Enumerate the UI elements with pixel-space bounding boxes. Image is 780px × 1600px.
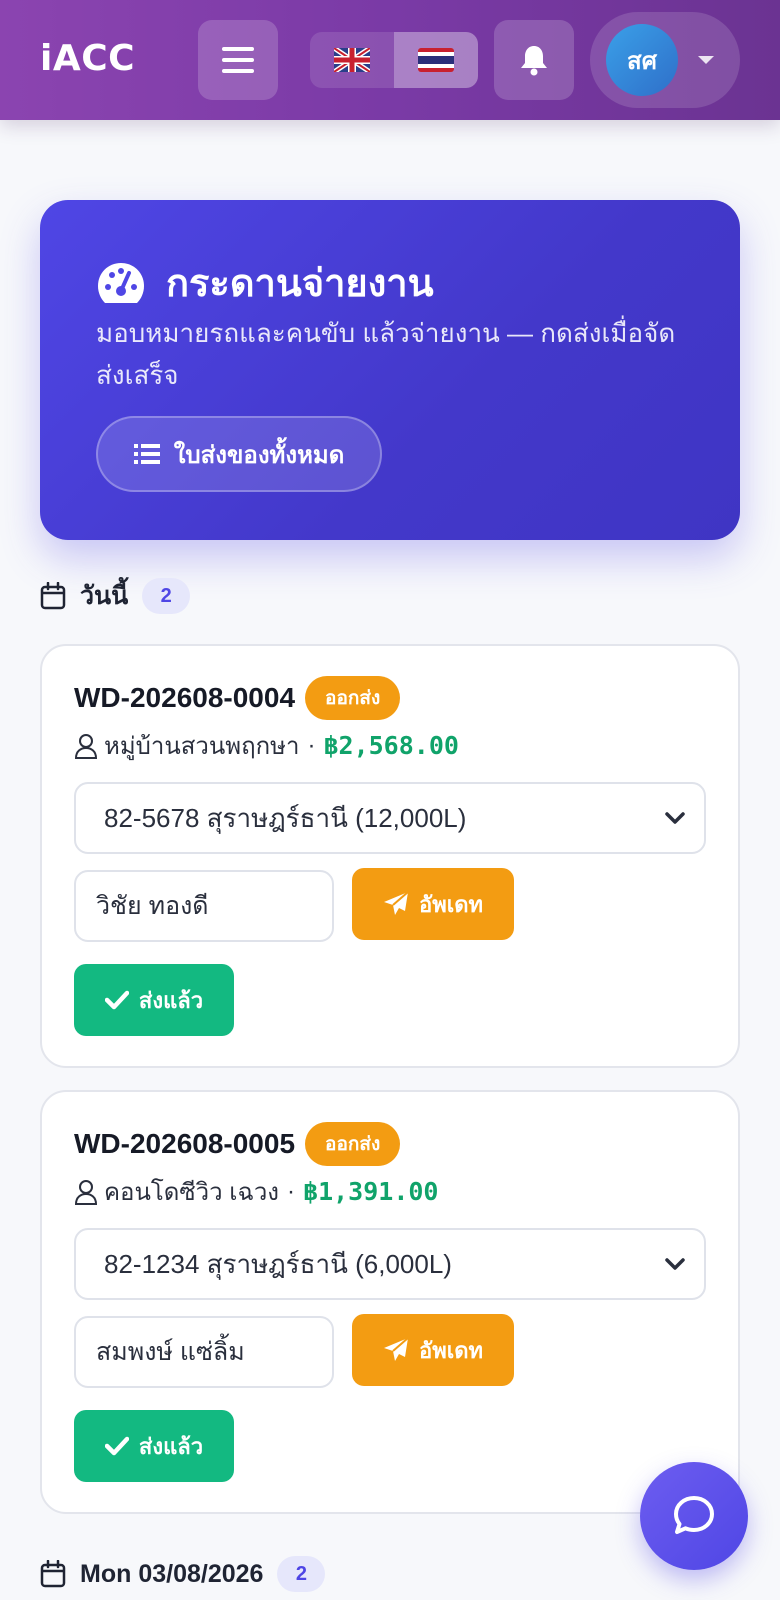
list-icon [133, 444, 160, 464]
dispatch-hero-card: กระดานจ่ายงาน มอบหมายรถและคนขับ แล้วจ่าย… [40, 200, 740, 540]
delivered-label: ส่งแล้ว [138, 987, 204, 1013]
chevron-down-icon [665, 1258, 685, 1270]
order-meta: หมู่บ้านสวนพฤกษา · ฿2,568.00 [74, 726, 459, 765]
order-card: WD-202608-0004 ออกส่ง หมู่บ้านสวนพฤกษา ·… [40, 644, 740, 1068]
section-header-date: Mon 03/08/2026 2 [40, 1556, 326, 1592]
hamburger-icon [222, 47, 254, 73]
check-icon [104, 1436, 129, 1456]
lang-th-button[interactable] [394, 32, 478, 88]
language-switcher [310, 32, 478, 88]
order-amount: ฿1,391.00 [303, 1177, 439, 1206]
menu-toggle-button[interactable] [198, 20, 278, 100]
order-header: WD-202608-0005 ออกส่ง [74, 1122, 401, 1166]
lang-en-button[interactable] [310, 32, 394, 88]
section-count-badge: 2 [142, 578, 191, 614]
calendar-icon [40, 582, 66, 610]
vehicle-select[interactable]: 82-5678 สุราษฎร์ธานี (12,000L) [74, 782, 706, 854]
order-amount: ฿2,568.00 [323, 731, 459, 760]
driver-name-input[interactable]: สมพงษ์ แซ่ลิ้ม [74, 1316, 334, 1388]
uk-flag-icon [334, 48, 370, 72]
order-number[interactable]: WD-202608-0004 [74, 682, 295, 714]
vehicle-selected-value: 82-1234 สุราษฎร์ธานี (6,000L) [104, 1248, 452, 1279]
top-navbar: iACC สศ [0, 0, 780, 120]
vehicle-select[interactable]: 82-1234 สุราษฎร์ธานี (6,000L) [74, 1228, 706, 1300]
chevron-down-icon [665, 812, 685, 824]
user-icon [74, 1179, 98, 1205]
user-menu[interactable]: สศ [590, 12, 740, 108]
update-button[interactable]: อัพเดท [352, 868, 514, 940]
paper-plane-icon [383, 1337, 409, 1361]
page-title: กระดานจ่ายงาน [166, 263, 434, 305]
order-number[interactable]: WD-202608-0005 [74, 1128, 295, 1160]
driver-name-input[interactable]: วิชัย ทองดี [74, 870, 334, 942]
status-badge: ออกส่ง [305, 676, 401, 720]
calendar-icon [40, 1560, 66, 1588]
hero-title-row: กระดานจ่ายงาน [96, 252, 434, 313]
all-delivery-notes-label: ใบส่งของทั้งหมด [173, 441, 345, 469]
customer-name: หมู่บ้านสวนพฤกษา [104, 733, 300, 760]
vehicle-selected-value: 82-5678 สุราษฎร์ธานี (12,000L) [104, 802, 467, 833]
dashboard-gauge-icon [98, 262, 144, 303]
notifications-button[interactable] [494, 20, 574, 100]
update-label: อัพเดท [418, 891, 484, 917]
meta-separator: · [287, 1177, 296, 1205]
delivered-label: ส่งแล้ว [138, 1433, 204, 1459]
user-icon [74, 733, 98, 759]
page-subtitle: มอบหมายรถและคนขับ แล้วจ่ายงาน — กดส่งเมื… [96, 318, 676, 390]
caret-down-icon [698, 56, 714, 64]
order-meta: คอนโดซีวิว เฉวง · ฿1,391.00 [74, 1172, 438, 1211]
order-card: WD-202608-0005 ออกส่ง คอนโดซีวิว เฉวง · … [40, 1090, 740, 1514]
brand-logo[interactable]: iACC [40, 38, 135, 79]
bell-icon [521, 46, 547, 76]
status-badge: ออกส่ง [305, 1122, 401, 1166]
section-title: Mon 03/08/2026 [80, 1559, 264, 1588]
avatar: สศ [606, 24, 678, 96]
all-delivery-notes-button[interactable]: ใบส่งของทั้งหมด [96, 416, 382, 492]
customer-name: คอนโดซีวิว เฉวง [104, 1179, 280, 1206]
mark-delivered-button[interactable]: ส่งแล้ว [74, 1410, 234, 1482]
section-count-badge: 2 [277, 1556, 326, 1592]
section-title: วันนี้ [80, 582, 129, 610]
chat-bubble-icon [674, 1496, 714, 1534]
update-label: อัพเดท [418, 1337, 484, 1363]
update-button[interactable]: อัพเดท [352, 1314, 514, 1386]
order-header: WD-202608-0004 ออกส่ง [74, 676, 401, 720]
paper-plane-icon [383, 891, 409, 915]
thai-flag-icon [418, 48, 454, 72]
section-header-today: วันนี้ 2 [40, 576, 191, 616]
mark-delivered-button[interactable]: ส่งแล้ว [74, 964, 234, 1036]
check-icon [104, 990, 129, 1010]
meta-separator: · [307, 731, 316, 759]
chat-button[interactable] [640, 1462, 748, 1570]
